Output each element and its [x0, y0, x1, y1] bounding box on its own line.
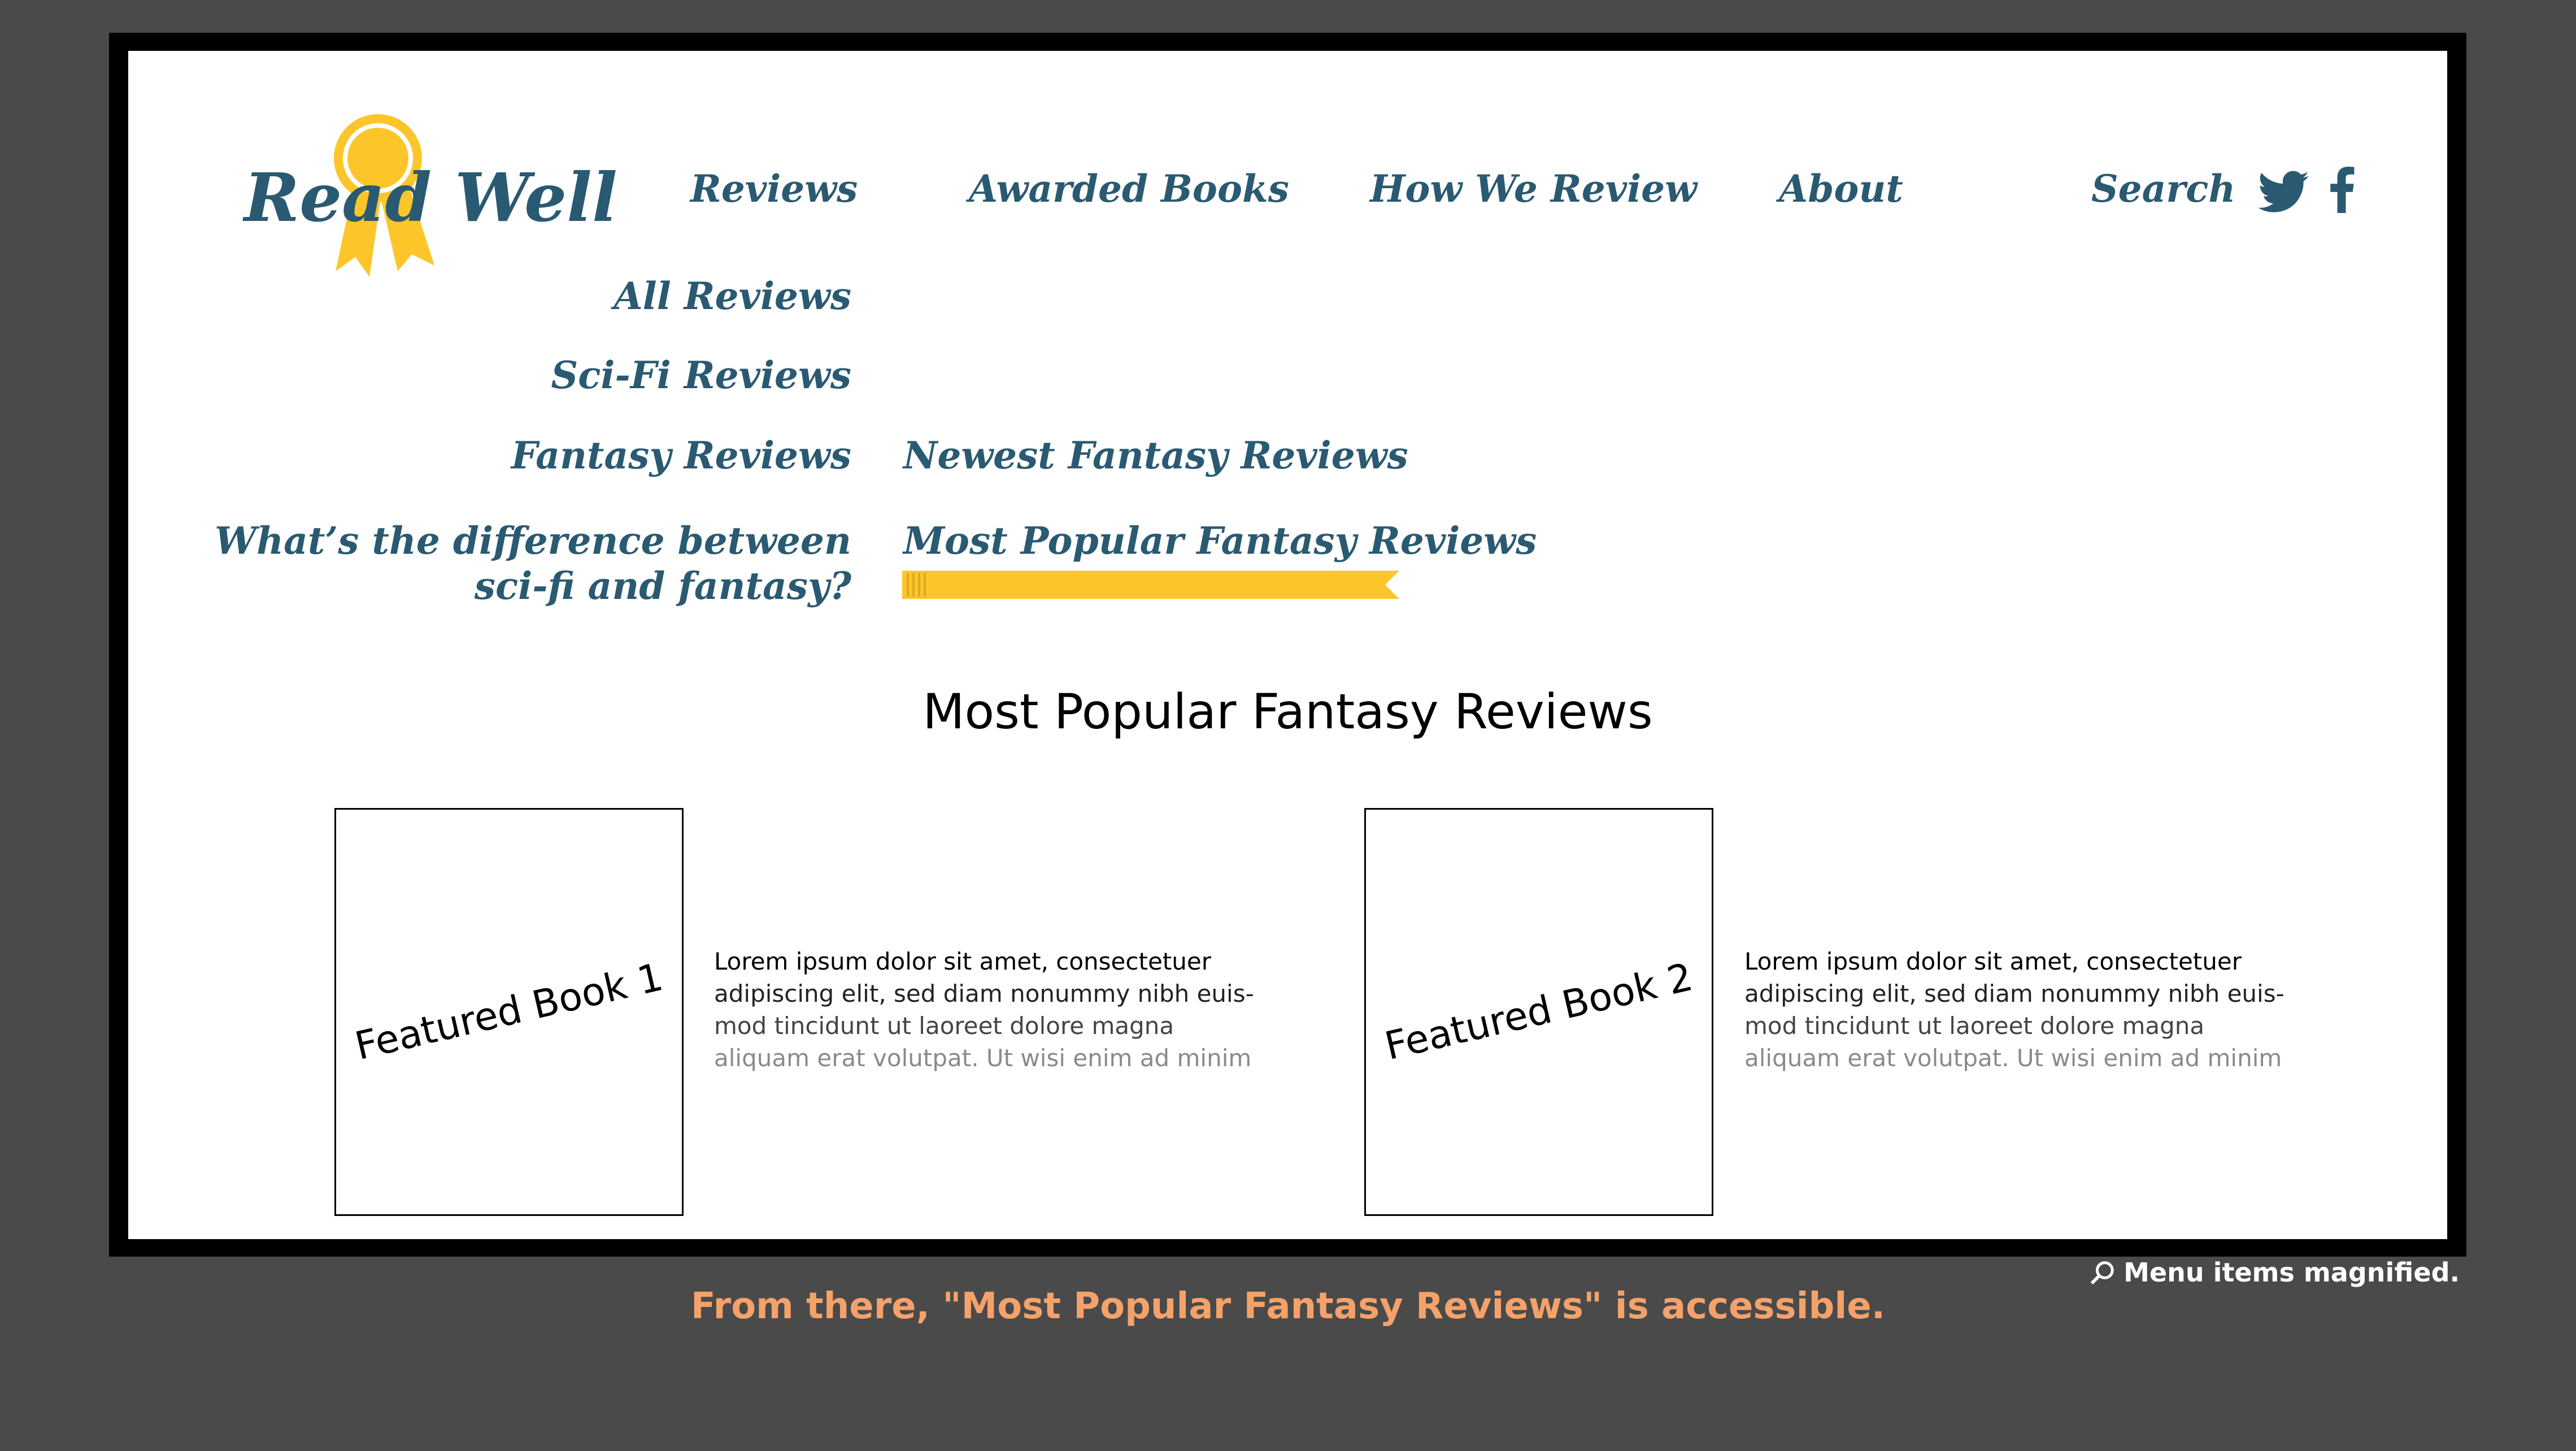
featured-book-card[interactable]: Featured Book 1: [334, 808, 684, 1216]
featured-book-label: Featured Book 1: [351, 954, 667, 1070]
blurb-line: adipiscing elit, sed diam nonummy nibh e…: [1744, 980, 2285, 1007]
menu-difference-line1[interactable]: What’s the difference between: [215, 519, 851, 563]
featured-book-label: Featured Book 2: [1381, 954, 1697, 1070]
page-title: Most Popular Fantasy Reviews: [923, 684, 1653, 740]
website-screen: Read Well Reviews Awarded Books How We R…: [128, 51, 2447, 1239]
slide-caption: From there, "Most Popular Fantasy Review…: [691, 1285, 1885, 1327]
site-logo[interactable]: Read Well: [244, 158, 617, 237]
blurb-line: adipiscing elit, sed diam nonummy nibh e…: [714, 980, 1254, 1007]
magnified-note-text: Menu items magnified.: [2124, 1257, 2460, 1288]
book-blurb: Lorem ipsum dolor sit amet, consectetuer…: [1744, 945, 2285, 1074]
selected-ribbon-indicator: [902, 571, 1399, 599]
featured-book-card[interactable]: Featured Book 2: [1364, 808, 1713, 1216]
nav-search[interactable]: Search: [2091, 167, 2235, 211]
menu-all-reviews[interactable]: All Reviews: [613, 274, 851, 318]
menu-most-popular-fantasy[interactable]: Most Popular Fantasy Reviews: [903, 519, 1537, 563]
nav-reviews[interactable]: Reviews: [690, 167, 858, 211]
blurb-line: Lorem ipsum dolor sit amet, consectetuer: [1744, 948, 2242, 975]
nav-awarded-books[interactable]: Awarded Books: [969, 167, 1289, 211]
menu-fantasy-reviews[interactable]: Fantasy Reviews: [511, 433, 851, 477]
blurb-line: aliquam erat volutpat. Ut wisi enim ad m…: [1744, 1044, 2282, 1072]
blurb-line: Lorem ipsum dolor sit amet, consectetuer: [714, 948, 1211, 975]
nav-how-we-review[interactable]: How We Review: [1370, 167, 1697, 211]
nav-about[interactable]: About: [1779, 167, 1903, 211]
menu-newest-fantasy[interactable]: Newest Fantasy Reviews: [903, 433, 1408, 477]
twitter-icon[interactable]: [2258, 170, 2309, 215]
magnified-note: Menu items magnified.: [2090, 1257, 2460, 1288]
menu-difference-line2[interactable]: sci-fi and fantasy?: [475, 564, 851, 608]
magnifier-icon: [2090, 1261, 2114, 1285]
menu-scifi-reviews[interactable]: Sci-Fi Reviews: [551, 353, 851, 397]
blurb-line: aliquam erat volutpat. Ut wisi enim ad m…: [714, 1044, 1252, 1072]
book-blurb: Lorem ipsum dolor sit amet, consectetuer…: [714, 945, 1254, 1074]
blurb-line: mod tincidunt ut laoreet dolore magna: [1744, 1012, 2205, 1040]
blurb-line: mod tincidunt ut laoreet dolore magna: [714, 1012, 1174, 1040]
facebook-icon[interactable]: [2329, 167, 2355, 213]
